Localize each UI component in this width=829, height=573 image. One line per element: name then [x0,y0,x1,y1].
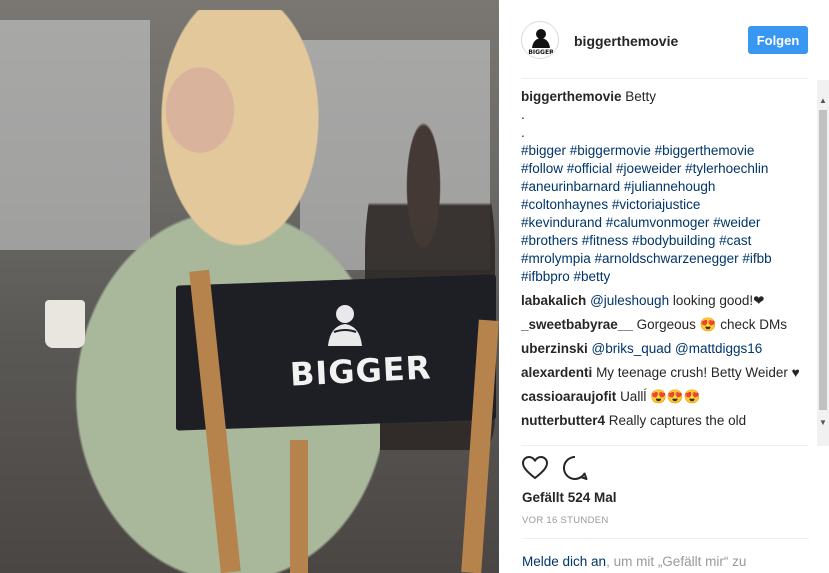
comment-username[interactable]: alexardenti [521,365,592,380]
hashtag-line[interactable]: #bigger #biggermovie #biggerthemovie [521,142,808,160]
comment-item: alexardenti My teenage crush! Betty Weid… [521,364,808,382]
login-prompt: Melde dich an, um mit „Gefällt mir“ zu [522,554,746,569]
comment-text: Uallĺ 😍😍😍 [620,389,701,404]
comment-item: labakalich @juleshough looking good!❤ [521,292,808,310]
hashtag-line[interactable]: #ifbbpro #betty [521,268,808,286]
hashtag-line[interactable]: #kevindurand #calumvonmoger #weider [521,214,808,232]
bigger-logo-icon: BIGGER [528,29,554,56]
chair-leg [290,440,308,573]
heart-icon[interactable] [522,456,548,480]
post-timestamp[interactable]: VOR 16 STUNDEN [522,515,609,526]
login-prompt-text: , um mit „Gefällt mir“ zu [606,554,747,569]
caption-text: Betty [625,89,657,104]
comment-item: uberzinski @briks_quad @mattdiggs16 [521,340,808,358]
follow-button[interactable]: Folgen [748,26,808,54]
comment-mention[interactable]: @juleshough [590,293,669,308]
post-header: BIGGER biggerthemovie Folgen [499,0,829,79]
likes-count[interactable]: Gefällt 524 Mal [522,490,617,505]
woman-face [160,60,240,160]
comment-text: My teenage crush! Betty Weider ♥ [596,365,800,380]
comment-username[interactable]: labakalich [521,293,586,308]
post-username[interactable]: biggerthemovie [574,33,678,49]
mug [45,300,85,348]
login-link[interactable]: Melde dich an [522,554,606,569]
actions-divider [521,445,808,446]
comment-text: Gorgeous 😍 check DMs [636,317,787,332]
hashtag-line[interactable]: #follow #official #joeweider #tylerhoech… [521,160,808,178]
caption-dot: . [521,125,525,140]
caption-username[interactable]: biggerthemovie [521,89,622,104]
comment-username[interactable]: _sweetbabyrae__ [521,317,633,332]
bottom-divider [522,538,809,539]
comment-text: looking good!❤ [669,293,765,308]
comment-username[interactable]: nutterbutter4 [521,413,605,428]
comment-username[interactable]: uberzinski [521,341,588,356]
caption-dot: . [521,107,525,122]
scrollbar-thumb[interactable] [819,110,827,410]
avatar-brand-text: BIGGER [528,49,554,56]
comment-bubble-icon[interactable] [562,455,588,481]
hashtag-line[interactable]: #brothers #fitness #bodybuilding #cast [521,232,808,250]
comment-text: Really captures the old [608,413,747,428]
comment-item: cassioaraujofit Uallĺ 😍😍😍 [521,388,808,406]
avatar[interactable]: BIGGER [521,21,559,59]
hashtag-line[interactable]: #aneurinbarnard #juliannehough [521,178,808,196]
scroll-down-arrow-icon[interactable]: ▼ [818,418,828,428]
comment-item: nutterbutter4 Really captures the old [521,412,808,430]
comment-item: _sweetbabyrae__ Gorgeous 😍 check DMs [521,316,808,334]
scroll-up-arrow-icon[interactable]: ▲ [818,96,828,106]
hashtag-line[interactable]: #mrolympia #arnoldschwarzenegger #ifbb [521,250,808,268]
post-photo[interactable]: BIGGER [0,0,499,573]
post-sidebar: BIGGER biggerthemovie Folgen biggerthemo… [499,0,829,573]
comments-list[interactable]: biggerthemovie Betty . . #bigger #bigger… [521,88,808,445]
comment-username[interactable]: cassioaraujofit [521,389,616,404]
chair-brand-text: BIGGER [289,348,433,394]
bigger-logo-icon [328,305,362,346]
hashtag-line[interactable]: #coltonhaynes #victoriajustice [521,196,808,214]
header-divider [521,78,808,79]
comment-mention[interactable]: @briks_quad @mattdiggs16 [592,341,763,356]
caption: biggerthemovie Betty . . #bigger #bigger… [521,88,808,286]
